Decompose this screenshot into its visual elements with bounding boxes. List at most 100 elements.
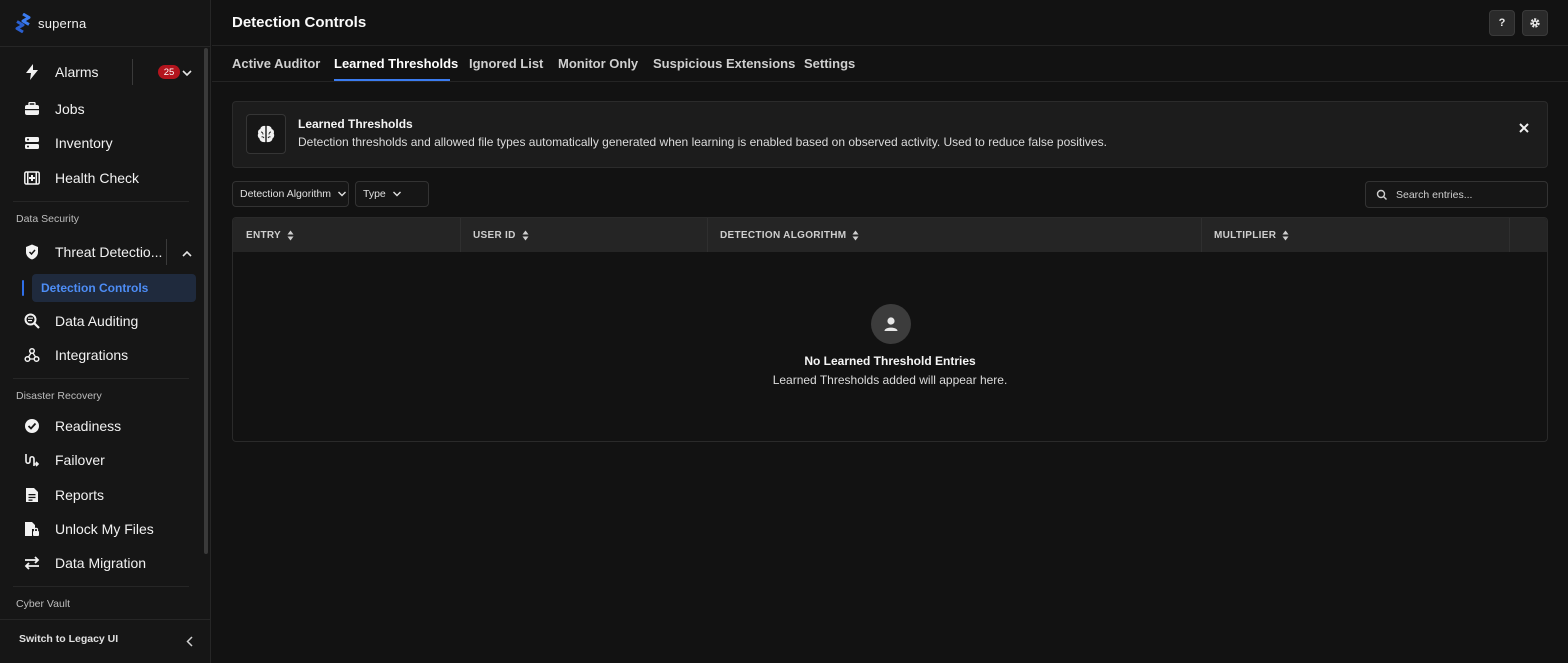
sidebar-item-integrations[interactable]: Integrations (13, 340, 197, 370)
sidebar-item-data-auditing[interactable]: Data Auditing (13, 306, 197, 336)
sidebar-item-label: Failover (55, 452, 105, 468)
sort-icon (522, 230, 529, 240)
detection-algorithm-filter[interactable]: Detection Algorithm (232, 181, 349, 207)
search-doc-icon (24, 313, 40, 329)
sidebar-item-label: Data Auditing (55, 313, 139, 329)
medical-icon (24, 170, 40, 186)
section-label-disaster-recovery: Disaster Recovery (16, 390, 102, 402)
column-label: DETECTION ALGORITHM (720, 229, 847, 241)
sidebar-item-unlock-my-files[interactable]: Unlock My Files (13, 514, 197, 544)
divider (13, 586, 189, 587)
integrations-icon (24, 347, 40, 363)
sidebar-item-detection-controls[interactable]: Detection Controls (32, 274, 196, 302)
brand-name: superna (38, 15, 87, 31)
type-filter[interactable]: Type (355, 181, 429, 207)
learned-thresholds-table: ENTRY USER ID DETECTION ALGORITHM MULTIP… (232, 217, 1548, 442)
sidebar-item-label: Health Check (55, 170, 140, 186)
empty-state-description: Learned Thresholds added will appear her… (772, 373, 1008, 387)
tab-ignored-list[interactable]: Ignored List (469, 56, 543, 71)
empty-state-title: No Learned Threshold Entries (804, 354, 976, 368)
sidebar-item-label: Detection Controls (41, 281, 149, 295)
sidebar-item-alarms[interactable]: Alarms 25 (13, 57, 197, 87)
sidebar-item-label: Jobs (55, 101, 85, 117)
settings-button[interactable] (1522, 10, 1548, 36)
help-button[interactable]: ? (1489, 10, 1515, 36)
logo[interactable]: superna (14, 12, 86, 34)
sidebar-item-failover[interactable]: Failover (13, 445, 197, 475)
sidebar-item-label: Unlock My Files (55, 521, 154, 537)
server-icon (24, 135, 40, 151)
filter-label: Type (363, 188, 386, 200)
column-header-detection-algorithm[interactable]: DETECTION ALGORITHM (720, 218, 859, 252)
column-separator[interactable] (1201, 218, 1202, 252)
file-lock-icon (24, 521, 40, 537)
column-label: MULTIPLIER (1214, 229, 1277, 241)
sort-icon (852, 230, 859, 240)
table-header: ENTRY USER ID DETECTION ALGORITHM MULTIP… (233, 218, 1547, 252)
alarm-count-badge: 25 (158, 65, 180, 79)
swap-icon (24, 555, 40, 571)
banner-description: Detection thresholds and allowed file ty… (298, 135, 1107, 149)
tab-settings[interactable]: Settings (804, 56, 855, 71)
failover-icon (24, 452, 40, 468)
gear-icon (1530, 18, 1540, 28)
active-tab-indicator (334, 79, 450, 81)
chevron-down-icon (392, 191, 401, 197)
sidebar-item-threat-detection[interactable]: Threat Detectio... (13, 237, 197, 267)
sidebar-item-reports[interactable]: Reports (13, 480, 197, 510)
tab-active-auditor[interactable]: Active Auditor (232, 56, 320, 71)
bolt-icon (24, 64, 40, 80)
help-icon: ? (1498, 17, 1506, 29)
report-icon (24, 487, 40, 503)
sidebar-item-readiness[interactable]: Readiness (13, 411, 197, 441)
sidebar-item-label: Inventory (55, 135, 113, 151)
sidebar-scrollbar[interactable] (204, 48, 208, 554)
tab-learned-thresholds[interactable]: Learned Thresholds (334, 56, 458, 71)
switch-legacy-ui-link[interactable]: Switch to Legacy UI (19, 633, 118, 645)
sidebar-item-jobs[interactable]: Jobs (13, 94, 197, 124)
sidebar-item-data-migration[interactable]: Data Migration (13, 548, 197, 578)
search-box[interactable] (1365, 181, 1548, 208)
sidebar-item-health-check[interactable]: Health Check (13, 163, 197, 193)
divider (166, 239, 167, 265)
page-header: Detection Controls ? (212, 0, 1568, 46)
close-icon[interactable] (1517, 121, 1531, 135)
column-separator[interactable] (1509, 218, 1510, 252)
column-label: ENTRY (246, 229, 282, 241)
chevron-down-icon[interactable] (180, 66, 194, 80)
search-input[interactable] (1396, 188, 1546, 201)
section-label-data-security: Data Security (16, 213, 80, 225)
chevron-down-icon (338, 191, 347, 197)
divider (132, 59, 133, 85)
user-icon (871, 304, 911, 344)
sidebar-item-label: Readiness (55, 418, 122, 434)
section-label-cyber-vault: Cyber Vault (16, 598, 71, 610)
page-title: Detection Controls (232, 14, 367, 31)
search-icon (1376, 189, 1387, 200)
column-separator[interactable] (707, 218, 708, 252)
chevron-up-icon[interactable] (180, 246, 194, 260)
active-indicator (22, 280, 24, 296)
tab-bar: Active Auditor Learned Thresholds Ignore… (212, 47, 1568, 82)
sidebar-item-label: Integrations (55, 347, 129, 363)
column-header-multiplier[interactable]: MULTIPLIER (1214, 218, 1289, 252)
sidebar-item-label: Threat Detectio... (55, 244, 163, 260)
sort-icon (287, 230, 294, 240)
info-banner: Learned Thresholds Detection thresholds … (232, 101, 1548, 168)
tab-monitor-only[interactable]: Monitor Only (558, 56, 638, 71)
sidebar: superna Alarms 25 Jobs Inventory Health … (0, 0, 211, 663)
shield-icon (24, 244, 40, 260)
tab-suspicious-extensions[interactable]: Suspicious Extensions (653, 56, 795, 71)
divider (0, 46, 211, 47)
column-header-entry[interactable]: ENTRY (246, 218, 294, 252)
divider (13, 378, 189, 379)
banner-title: Learned Thresholds (298, 117, 413, 131)
superna-logo-icon (15, 13, 31, 33)
sidebar-item-label: Data Migration (55, 555, 147, 571)
collapse-sidebar-icon[interactable] (182, 634, 196, 648)
sidebar-item-inventory[interactable]: Inventory (13, 128, 197, 158)
divider (13, 201, 189, 202)
column-separator[interactable] (460, 218, 461, 252)
column-header-user-id[interactable]: USER ID (473, 218, 529, 252)
sort-icon (1282, 230, 1289, 240)
